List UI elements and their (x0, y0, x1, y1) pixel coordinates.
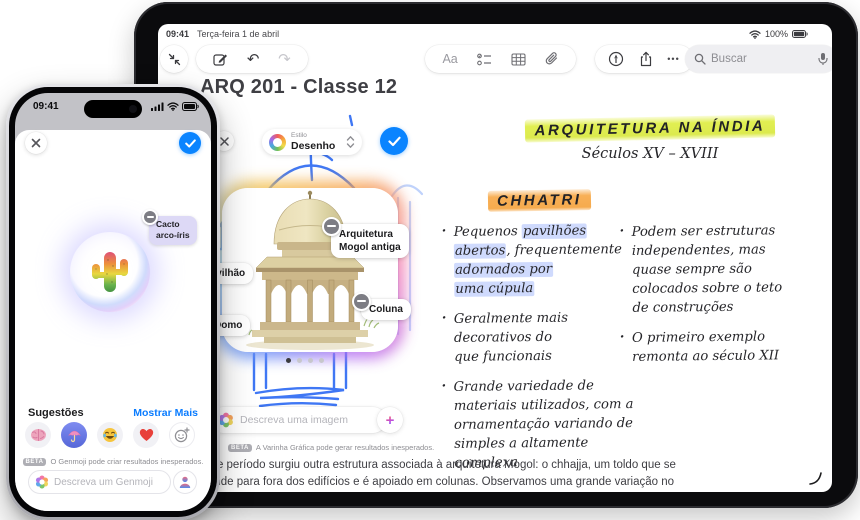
signal-icon (151, 102, 164, 111)
note-title: ARQ 201 - Classe 12 (200, 76, 398, 98)
wifi-icon (749, 29, 761, 39)
ipad-screen: 09:41 Terça-feira 1 de abril 100% ↶ ↷ Aa… (158, 24, 832, 492)
image-playground-icon (269, 133, 286, 151)
image-description-input[interactable]: Descreva uma imagem (210, 407, 386, 433)
note-bullet: Geralmente mais decorativos do que funci… (444, 308, 635, 367)
battery-icon (182, 102, 199, 111)
wand-beta-note: BETA A Varinha Gráfica pode gerar result… (228, 443, 434, 452)
iphone-status-icons (151, 102, 199, 111)
add-genmoji-button[interactable] (169, 422, 195, 448)
handwritten-heading: ARQUITETURA NA ÍNDIA (488, 114, 812, 143)
compose-icon[interactable] (213, 52, 228, 67)
table-icon[interactable] (511, 52, 526, 66)
stage: 09:41 Terça-feira 1 de abril 100% ↶ ↷ Aa… (0, 0, 860, 520)
close-icon (31, 138, 41, 148)
joy-emoji[interactable] (97, 422, 123, 448)
wand-confirm-button[interactable] (380, 127, 408, 155)
page-dots[interactable] (286, 358, 324, 363)
wifi-icon (167, 102, 179, 111)
ipad-battery-pct: 100% (764, 29, 788, 39)
pencil-markup-icon[interactable] (608, 51, 624, 67)
remove-tag-button[interactable] (142, 209, 158, 225)
ipad-time: 09:41 (166, 29, 190, 39)
genmoji-description-input[interactable]: Descreva um Genmoji (28, 470, 171, 494)
search-icon (694, 53, 706, 65)
ipad-status-bar: 09:41 Terça-feira 1 de abril (166, 29, 279, 39)
attachment-icon[interactable] (545, 52, 559, 66)
heart-emoji[interactable] (133, 422, 159, 448)
show-more-link[interactable]: Mostrar Mais (133, 407, 198, 419)
markup-toolbar: ••• (595, 45, 693, 73)
search-placeholder: Buscar (711, 53, 747, 65)
person-genmoji-button[interactable] (173, 470, 197, 494)
check-icon (387, 136, 401, 146)
style-label: Estilo (291, 132, 307, 139)
suggestions-label: Sugestões (28, 407, 84, 419)
edit-toolbar: ↶ ↷ (196, 45, 308, 73)
image-input-placeholder: Descreva uma imagem (240, 414, 348, 426)
redo-icon[interactable]: ↷ (278, 52, 291, 67)
note-body-text: ste período surgiu outra estrutura assoc… (208, 459, 676, 488)
tag-architecture[interactable]: Arquitetura Mogol antiga (331, 224, 409, 258)
genmoji-close-button[interactable] (25, 132, 47, 154)
format-toolbar: Aa (425, 45, 576, 73)
iphone-screen: 09:41 Cacto arco-íris Sugestões Mostrar … (15, 93, 211, 511)
image-wand-icon (219, 412, 233, 428)
battery-icon (792, 30, 808, 38)
genmoji-input-placeholder: Descreva um Genmoji (54, 476, 153, 488)
share-icon[interactable] (639, 51, 653, 67)
style-value: Desenho (291, 139, 336, 152)
chevron-up-down-icon (346, 136, 355, 148)
page-curl-icon[interactable] (808, 470, 824, 486)
handwritten-section-title: CHHATRI (487, 189, 591, 212)
ipad-date: Terça-feira 1 de abril (197, 29, 280, 39)
remove-tag-button[interactable] (322, 217, 341, 236)
genmoji-sheet (15, 130, 211, 511)
close-icon (219, 136, 229, 146)
umbrella-genmoji[interactable] (61, 422, 87, 448)
collapse-icon (168, 53, 181, 66)
genmoji-confirm-button[interactable] (179, 132, 201, 154)
notes-column-right: Podem ser estruturas independentes, mas … (622, 222, 812, 377)
dynamic-island (84, 100, 142, 118)
person-icon (179, 476, 191, 488)
brain-emoji[interactable] (25, 422, 51, 448)
genmoji-beta-note: BETA O Genmoji pode criar resultados ine… (15, 457, 211, 466)
handwritten-subheading: Séculos XV – XVIII (581, 146, 719, 162)
ipad-device: 09:41 Terça-feira 1 de abril 100% ↶ ↷ Aa… (134, 2, 858, 508)
iphone-device: 09:41 Cacto arco-íris Sugestões Mostrar … (6, 84, 220, 520)
rainbow-cactus-genmoji (92, 252, 128, 292)
undo-icon[interactable]: ↶ (247, 52, 260, 67)
mic-icon[interactable] (818, 52, 828, 66)
emoji-suggestions (25, 422, 195, 448)
add-image-button[interactable]: + (377, 407, 403, 433)
note-bullet: Pequenos pavilhões abertos, frequentemen… (444, 221, 635, 299)
note-bullet: O primeiro exemplo remonta ao século XII (622, 327, 812, 367)
text-format-button[interactable]: Aa (442, 52, 457, 66)
ipad-status-right: 100% (749, 29, 808, 39)
genmoji-icon (35, 475, 49, 489)
more-button[interactable]: ••• (667, 54, 679, 64)
checklist-icon[interactable] (476, 53, 492, 66)
check-icon (184, 138, 196, 148)
search-field[interactable]: Buscar (685, 45, 832, 73)
notes-column-left: Pequenos pavilhões abertos, frequentemen… (444, 222, 634, 483)
remove-tag-button[interactable] (352, 292, 371, 311)
suggestions-header: Sugestões Mostrar Mais (28, 407, 198, 419)
iphone-time: 09:41 (33, 101, 59, 112)
collapse-button[interactable] (160, 45, 188, 73)
note-bullet: Podem ser estruturas independentes, mas … (622, 221, 813, 318)
style-picker[interactable]: Estilo Desenho (262, 129, 362, 155)
